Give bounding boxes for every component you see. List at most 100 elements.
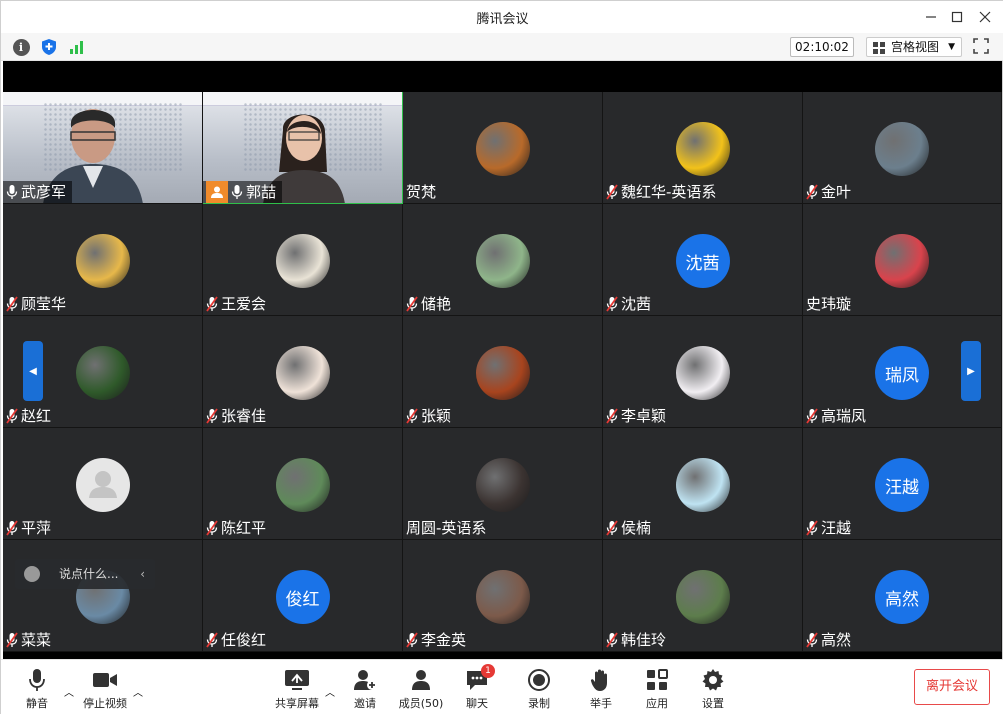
participant-tile[interactable]: 高然 高然 [803,540,1002,652]
participant-name-bar: 史玮璇 [803,293,857,315]
participant-name-bar: 侯楠 [603,517,657,539]
members-button[interactable]: 成员(50) [395,668,447,714]
participant-name: 赵红 [21,407,52,425]
participant-name: 魏红华-英语系 [621,183,717,201]
chat-placeholder: 说点什么... [59,567,119,581]
avatar [675,122,730,176]
shield-icon[interactable] [39,37,59,57]
microphone-icon [24,668,50,692]
participant-tile[interactable]: 李卓颖 [603,316,803,428]
emoji-icon[interactable] [24,566,40,582]
participant-tile[interactable]: 史玮璇 [803,204,1002,316]
participant-name-bar: 高瑞凤 [803,405,872,427]
video-options-chevron-icon[interactable]: ︿ [133,684,143,699]
participant-name-bar: 陈红平 [203,517,272,539]
participant-name-bar: 赵红 [3,405,57,427]
participant-tile[interactable]: 陈红平 [203,428,403,540]
participant-tile[interactable]: 贺梵 [403,92,603,204]
avatar [475,458,530,512]
participant-name-bar: 沈茜 [603,293,657,315]
avatar [75,458,130,512]
participant-name: 菜菜 [21,631,52,649]
raise-hand-label: 举手 [590,697,612,710]
participant-tile[interactable]: 储艳 [403,204,603,316]
mute-label: 静音 [26,697,48,710]
close-icon[interactable] [968,1,1002,33]
view-mode-dropdown[interactable]: 宫格视图 ▼ [866,37,962,57]
avatar [475,122,530,176]
participant-name-bar: 张颖 [403,405,457,427]
participant-tile[interactable]: 张睿佳 [203,316,403,428]
participant-tile[interactable]: 菜菜 [3,540,203,652]
mic-options-chevron-icon[interactable]: ︿ [64,684,74,699]
share-screen-label: 共享屏幕 [275,697,319,710]
chevron-left-icon[interactable]: ‹ [140,559,145,589]
leave-meeting-button[interactable]: 离开会议 [914,669,990,705]
participant-name-bar: 魏红华-英语系 [603,181,722,203]
participant-name: 贺梵 [406,183,437,201]
participant-tile[interactable]: 平萍 [3,428,203,540]
participant-name-bar: 武彦军 [3,181,73,203]
video-camera-icon [92,668,118,692]
add-user-icon [352,668,378,692]
apps-button[interactable]: 应用 [637,668,677,714]
participant-tile[interactable]: 韩佳玲 [603,540,803,652]
participant-tile[interactable]: 李金英 [403,540,603,652]
participant-name-bar: 王爱会 [203,293,272,315]
mute-button[interactable]: 静音 [17,668,57,714]
apps-label: 应用 [646,697,668,710]
participant-tile[interactable]: 金叶 [803,92,1002,204]
participant-name-bar: 张睿佳 [203,405,272,427]
participant-name: 汪越 [821,519,852,537]
invite-button[interactable]: 邀请 [345,668,385,714]
muted-mic-icon [806,184,818,200]
avatar [75,346,130,400]
quick-chat-box[interactable]: 说点什么... ‹ [15,559,155,589]
record-button[interactable]: 录制 [519,668,559,714]
meeting-toolbar: i 02:10:02 宫格视图 ▼ [1,33,1003,61]
participant-name-bar: 顾莹华 [3,293,72,315]
participant-tile[interactable]: 周圆-英语系 [403,428,603,540]
signal-icon[interactable] [67,37,87,57]
next-page-arrow-icon[interactable]: ▶ [961,341,981,401]
avatar: 汪越 [875,458,929,512]
participant-name: 沈茜 [621,295,652,313]
raise-hand-button[interactable]: 举手 [581,668,621,714]
participant-tile[interactable]: 张颖 [403,316,603,428]
share-options-chevron-icon[interactable]: ︿ [325,684,335,699]
avatar [675,346,730,400]
prev-page-arrow-icon[interactable]: ◀ [23,341,43,401]
avatar [275,346,330,400]
view-mode-label: 宫格视图 [891,40,940,54]
invite-label: 邀请 [354,697,376,710]
participant-tile[interactable]: 王爱会 [203,204,403,316]
participant-name: 史玮璇 [806,295,852,313]
info-icon[interactable]: i [11,37,31,57]
settings-button[interactable]: 设置 [693,668,733,714]
share-screen-button[interactable]: 共享屏幕 [271,668,323,714]
participant-tile[interactable]: 顾莹华 [3,204,203,316]
participant-name-bar: 任俊红 [203,629,272,651]
record-icon [526,668,552,692]
participant-tile[interactable]: 侯楠 [603,428,803,540]
avatar: 沈茜 [675,234,730,288]
chat-bubble-icon: 1 [464,664,495,692]
participant-name-bar: 李卓颖 [603,405,672,427]
participant-tile[interactable]: 武彦军 [3,92,203,204]
avatar-initials: 沈茜 [685,253,720,274]
participant-tile[interactable]: 汪越 汪越 [803,428,1002,540]
participant-name-bar: 韩佳玲 [603,629,672,651]
participant-tile[interactable]: 沈茜 沈茜 [603,204,803,316]
muted-mic-icon [206,296,218,312]
participant-tile[interactable]: 俊红 任俊红 [203,540,403,652]
stop-video-button[interactable]: 停止视频 [79,668,131,714]
avatar: 俊红 [275,570,330,624]
participant-tile[interactable]: 魏红华-英语系 [603,92,803,204]
participant-name-bar: 菜菜 [3,629,57,651]
muted-mic-icon [206,520,218,536]
fullscreen-icon[interactable] [973,38,991,56]
participant-tile[interactable]: 郭喆 [203,92,403,204]
muted-mic-icon [406,408,418,424]
chat-button[interactable]: 1 聊天 [457,664,497,714]
meeting-window: 腾讯会议 i 02:10:02 宫格视图 ▼ 武彦军 郭喆 贺梵 魏红华-英语系 [0,0,1003,714]
